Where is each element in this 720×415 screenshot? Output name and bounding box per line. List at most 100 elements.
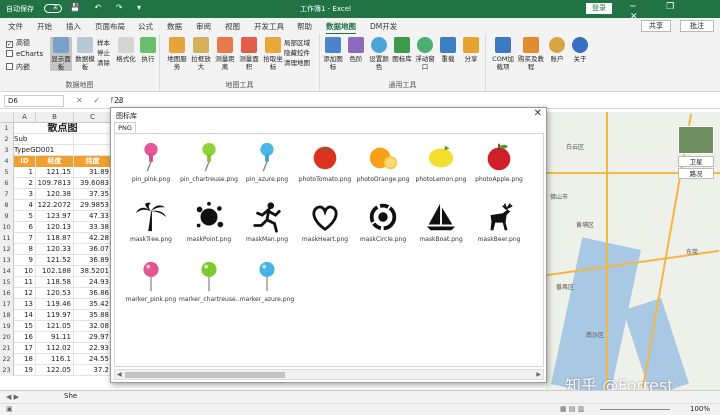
icon-library-item[interactable]: pin_pink.png xyxy=(121,140,181,192)
table-cell[interactable]: 120.38 xyxy=(36,189,74,200)
table-cell[interactable]: 14 xyxy=(14,310,36,321)
satellite-button[interactable]: 卫星 xyxy=(678,156,714,167)
sheet-nav-arrows[interactable]: ◀ ▶ xyxy=(6,393,19,401)
comment-button[interactable]: 批注 xyxy=(680,20,714,32)
stop-button[interactable]: 停止 xyxy=(97,48,110,58)
row-header[interactable]: 17 xyxy=(0,299,14,310)
float-window-button[interactable]: 浮动窗口 xyxy=(414,37,436,71)
row-header[interactable]: 7 xyxy=(0,189,14,200)
row-header[interactable]: 20 xyxy=(0,332,14,343)
table-cell[interactable]: 123.97 xyxy=(36,211,74,222)
row-header[interactable]: 11 xyxy=(0,233,14,244)
table-cell[interactable]: 33.38 xyxy=(74,222,112,233)
about-button[interactable]: 关于 xyxy=(569,37,591,63)
row-header[interactable]: 8 xyxy=(0,200,14,211)
row-header[interactable]: 10 xyxy=(0,222,14,233)
icon-library-item[interactable]: maskBoat.png xyxy=(411,200,471,252)
row-header[interactable]: 18 xyxy=(0,310,14,321)
table-cell[interactable]: 35.88 xyxy=(74,310,112,321)
scroll-thumb[interactable] xyxy=(125,372,285,378)
table-cell[interactable]: 2 xyxy=(14,178,36,189)
icon-library-item[interactable]: marker_azure.png xyxy=(237,260,297,312)
pick-coordinate-button[interactable]: 拾取坐标 xyxy=(262,37,284,71)
row-header[interactable]: 23 xyxy=(0,365,14,376)
share-map-button[interactable]: 分享 xyxy=(460,37,482,63)
icon-library-item[interactable]: photoLemon.png xyxy=(411,140,471,192)
table-cell[interactable]: 16 xyxy=(14,332,36,343)
icon-library-item[interactable]: maskPoint.png xyxy=(179,200,239,252)
table-cell[interactable]: 109.7813 xyxy=(36,178,74,189)
local-region-button[interactable]: 局部区域 xyxy=(284,38,310,48)
table-cell[interactable]: 29.97 xyxy=(74,332,112,343)
column-header-c[interactable]: C xyxy=(74,112,112,123)
table-cell[interactable]: 12 xyxy=(14,288,36,299)
add-icon-button[interactable]: 添加图标 xyxy=(322,37,344,71)
close-icon[interactable]: ✕ xyxy=(534,108,542,119)
signin-button[interactable]: 登录 xyxy=(586,3,612,14)
color-scale-button[interactable]: 色阶 xyxy=(345,37,367,63)
table-cell[interactable]: 118.87 xyxy=(36,233,74,244)
clear-button[interactable]: 清除 xyxy=(97,58,110,68)
table-cell[interactable]: 42.28 xyxy=(74,233,112,244)
tab-data-map[interactable]: 数据地图 xyxy=(326,21,356,35)
column-header-a[interactable]: A xyxy=(14,112,36,123)
tab-developer[interactable]: 开发工具 xyxy=(254,21,284,32)
row-header[interactable]: 21 xyxy=(0,343,14,354)
icon-library-item[interactable]: maskHeart.png xyxy=(295,200,355,252)
icon-library-item[interactable]: marker_pink.png xyxy=(121,260,181,312)
icon-library-item[interactable]: photoTomato.png xyxy=(295,140,355,192)
icon-library-item[interactable]: photoOrange.png xyxy=(353,140,413,192)
com-addins-button[interactable]: COM加载项 xyxy=(490,37,516,71)
table-cell[interactable]: 17 xyxy=(14,343,36,354)
table-cell[interactable]: 22.93 xyxy=(74,343,112,354)
view-buttons[interactable]: ▦ ▤ ▥ xyxy=(560,405,584,413)
table-cell[interactable]: 36.86 xyxy=(74,288,112,299)
table-cell[interactable]: 112.02 xyxy=(36,343,74,354)
table-cell[interactable]: 36.89 xyxy=(74,255,112,266)
icon-library-item[interactable]: marker_chartreuse... xyxy=(179,260,239,312)
table-cell[interactable]: 8 xyxy=(14,244,36,255)
table-cell[interactable]: 120.53 xyxy=(36,288,74,299)
table-cell[interactable]: 24.55 xyxy=(74,354,112,365)
sheet-title-cell[interactable]: 散点图 xyxy=(14,123,112,134)
table-cell[interactable]: 47.33 xyxy=(74,211,112,222)
data-template-button[interactable]: 数据模板 xyxy=(74,37,96,71)
zoom-box-button[interactable]: 拉框放大 xyxy=(190,37,212,71)
table-cell[interactable]: 1 xyxy=(14,167,36,178)
table-cell[interactable]: 32.08 xyxy=(74,321,112,332)
table-cell[interactable]: 121.52 xyxy=(36,255,74,266)
table-cell[interactable]: 4 xyxy=(14,200,36,211)
map-service-button[interactable]: 地图服务 xyxy=(166,37,188,71)
table-cell[interactable] xyxy=(74,145,112,156)
row-header[interactable]: 15 xyxy=(0,277,14,288)
tab-dm-dev[interactable]: DM开发 xyxy=(370,21,397,32)
icon-library-item[interactable]: maskBeer.png xyxy=(469,200,529,252)
satellite-thumbnail[interactable] xyxy=(678,126,714,154)
horizontal-scrollbar[interactable]: ◀ ▶ xyxy=(114,369,544,380)
table-cell[interactable]: 122.2072 xyxy=(36,200,74,211)
table-cell[interactable]: 116.1 xyxy=(36,354,74,365)
tab-home[interactable]: 开始 xyxy=(37,21,52,32)
table-cell[interactable]: 37.2 xyxy=(74,365,112,376)
icon-library-button[interactable]: 图标库 xyxy=(391,37,413,63)
table-cell[interactable]: 15 xyxy=(14,321,36,332)
icon-library-item[interactable]: pin_chartreuse.png xyxy=(179,140,239,192)
tab-data[interactable]: 数据 xyxy=(167,21,182,32)
table-cell[interactable]: 39.6083 xyxy=(74,178,112,189)
reload-button[interactable]: 重载 xyxy=(437,37,459,63)
measure-area-button[interactable]: 测量面积 xyxy=(238,37,260,71)
execute-button[interactable]: 执行 xyxy=(137,37,159,63)
table-cell[interactable] xyxy=(36,145,74,156)
table-cell[interactable]: 31.89 xyxy=(74,167,112,178)
scroll-right-icon[interactable]: ▶ xyxy=(536,370,541,379)
table-cell[interactable]: 3 xyxy=(14,189,36,200)
table-cell[interactable]: 121.15 xyxy=(36,167,74,178)
icon-library-item[interactable]: pin_azure.png xyxy=(237,140,297,192)
row-header[interactable]: 14 xyxy=(0,266,14,277)
account-button[interactable]: 账户 xyxy=(546,37,568,63)
formula-input[interactable]: 23 xyxy=(114,96,124,105)
traffic-button[interactable]: 路况 xyxy=(678,168,714,179)
row-header[interactable]: 4 xyxy=(0,156,14,167)
table-cell[interactable]: 91.11 xyxy=(36,332,74,343)
zoom-slider[interactable] xyxy=(600,409,670,410)
